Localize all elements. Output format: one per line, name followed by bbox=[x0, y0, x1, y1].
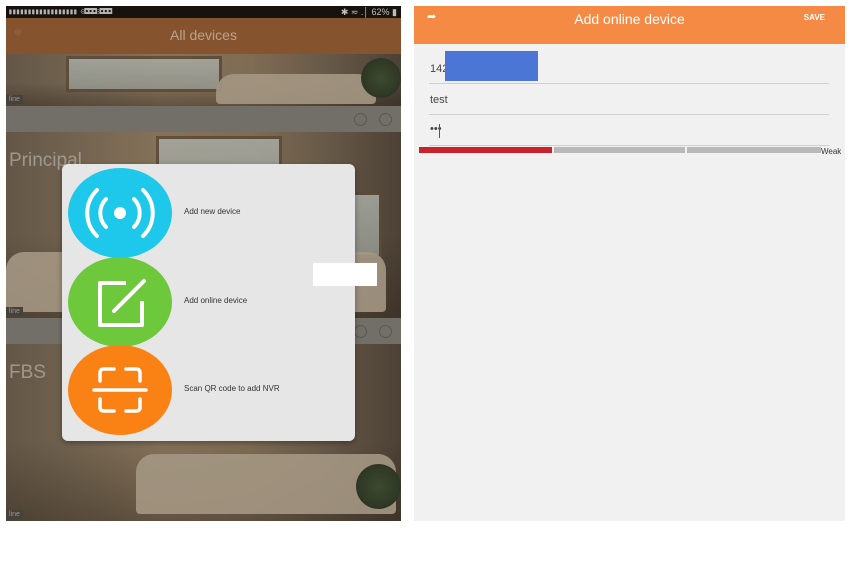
strength-segment bbox=[687, 147, 821, 153]
scan-frame-icon bbox=[92, 367, 148, 413]
page-title: Add online device bbox=[574, 11, 685, 27]
text-cursor bbox=[439, 124, 440, 138]
option-label: Add online device bbox=[184, 296, 248, 305]
scan-qr-option[interactable]: Scan QR code to add NVR bbox=[68, 345, 352, 435]
strength-segment bbox=[554, 147, 685, 153]
strength-label: Weak bbox=[821, 147, 842, 156]
wireless-signal-icon bbox=[85, 188, 155, 238]
redaction-mask bbox=[445, 51, 538, 81]
option-label: Add new device bbox=[184, 207, 241, 216]
username-field[interactable]: test bbox=[429, 85, 829, 115]
add-new-device-option[interactable]: Add new device bbox=[68, 168, 352, 258]
password-field[interactable]: ••• bbox=[429, 116, 829, 146]
redaction-block bbox=[313, 263, 377, 286]
username-value: test bbox=[430, 94, 448, 106]
add-online-device-screen: ➦ Add online device SAVE 142 test ••• We… bbox=[414, 6, 845, 521]
add-device-dialog: Add new device Add online device Scan QR… bbox=[62, 164, 355, 441]
strength-segment bbox=[419, 147, 552, 153]
add-online-device-option[interactable]: Add online device bbox=[68, 257, 352, 347]
password-strength-meter bbox=[419, 147, 821, 153]
edit-square-icon bbox=[98, 279, 146, 327]
save-button[interactable]: SAVE bbox=[804, 13, 825, 22]
option-label: Scan QR code to add NVR bbox=[184, 384, 280, 393]
app-bar: ➦ Add online device SAVE bbox=[414, 6, 845, 44]
